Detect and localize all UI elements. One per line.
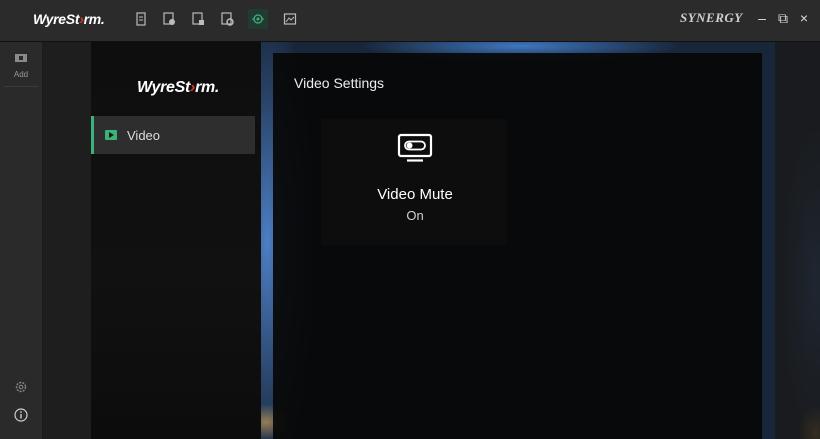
- gutter: [43, 42, 91, 439]
- video-settings-panel: Video Settings Video Mute On: [273, 53, 762, 439]
- device-a-icon[interactable]: [161, 11, 177, 27]
- add-label: Add: [13, 70, 29, 79]
- sidebar-item-label: Video: [127, 127, 161, 143]
- camera-settings-icon[interactable]: [248, 9, 268, 29]
- restore-button[interactable]: ⧉: [774, 9, 792, 27]
- video-icon: [105, 130, 117, 140]
- synergy-logo: SYNERGY: [680, 10, 743, 25]
- wyrestorm-logo: WyreSt›rm.: [33, 11, 105, 27]
- left-rail: Add: [0, 42, 43, 439]
- image-icon[interactable]: [282, 11, 298, 27]
- video-mute-icon: [397, 133, 433, 163]
- title-bar: WyreSt›rm. SYNERGY – ⧉ ×: [0, 0, 820, 42]
- sidebar-item-video[interactable]: Video: [91, 116, 255, 154]
- rail-divider: [4, 86, 38, 87]
- document-icon[interactable]: [133, 11, 149, 27]
- device-sidebar: WyreSt›rm. Video: [91, 42, 261, 439]
- device-c-icon[interactable]: [219, 11, 235, 27]
- close-button[interactable]: ×: [795, 9, 813, 27]
- info-icon[interactable]: [14, 408, 28, 422]
- gear-icon[interactable]: [14, 380, 28, 394]
- page-title: Video Settings: [294, 75, 385, 91]
- video-mute-label: Video Mute: [377, 186, 453, 203]
- device-wyrestorm-logo: WyreSt›rm.: [137, 79, 220, 96]
- right-strip: [775, 42, 820, 439]
- add-device-button[interactable]: Add: [6, 50, 36, 82]
- minimize-button[interactable]: –: [753, 9, 771, 27]
- device-b-icon[interactable]: [190, 11, 206, 27]
- add-device-icon: [15, 54, 27, 62]
- video-mute-state: On: [406, 208, 424, 223]
